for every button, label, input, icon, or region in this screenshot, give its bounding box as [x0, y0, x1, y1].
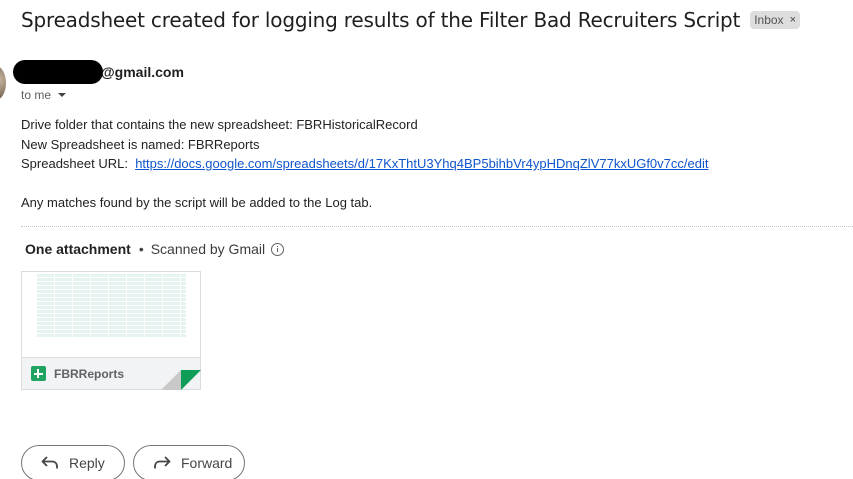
forward-button[interactable]: Forward — [133, 445, 245, 479]
inbox-label-chip[interactable]: Inbox × — [750, 11, 800, 29]
attachment-count: One attachment — [25, 241, 131, 257]
spreadsheet-thumbnail — [37, 274, 186, 338]
scanned-label: Scanned by Gmail — [150, 241, 266, 257]
reply-button[interactable]: Reply — [21, 445, 125, 479]
label-chip-text: Inbox — [754, 13, 784, 27]
spreadsheet-link[interactable]: https://docs.google.com/spreadsheets/d/1… — [135, 156, 708, 171]
chevron-down-icon[interactable] — [58, 93, 67, 97]
separator-dot: • — [138, 241, 144, 257]
email-subject: Spreadsheet created for logging results … — [21, 8, 741, 32]
body-line-url: Spreadsheet URL: https://docs.google.com… — [21, 154, 708, 174]
attachment-name: FBRReports — [54, 366, 125, 381]
recipient-label: to me — [21, 88, 52, 102]
sender-avatar[interactable] — [0, 66, 6, 100]
sender-info: @gmail.com — [13, 60, 184, 84]
google-sheets-icon — [31, 366, 46, 381]
recipient-details-toggle[interactable]: to me — [21, 88, 67, 102]
url-label: Spreadsheet URL: — [21, 156, 128, 171]
attachment-divider — [21, 226, 853, 227]
email-body: Drive folder that contains the new sprea… — [21, 115, 708, 213]
reply-icon — [41, 456, 58, 469]
reply-label: Reply — [69, 455, 105, 471]
attachments-header: One attachment • Scanned by Gmail — [25, 241, 285, 257]
page-fold-icon — [161, 370, 201, 390]
remove-label-icon[interactable]: × — [790, 14, 796, 26]
forward-icon — [154, 456, 171, 469]
info-icon[interactable] — [271, 242, 285, 256]
body-line-log: Any matches found by the script will be … — [21, 195, 373, 210]
attachment-card[interactable]: FBRReports — [21, 271, 201, 390]
body-line-folder: Drive folder that contains the new sprea… — [21, 117, 418, 132]
redacted-sender-name — [13, 60, 103, 84]
subject-row: Spreadsheet created for logging results … — [21, 8, 800, 32]
sender-email[interactable]: @gmail.com — [101, 64, 184, 80]
forward-label: Forward — [181, 455, 233, 471]
body-line-name: New Spreadsheet is named: FBRReports — [21, 136, 260, 152]
